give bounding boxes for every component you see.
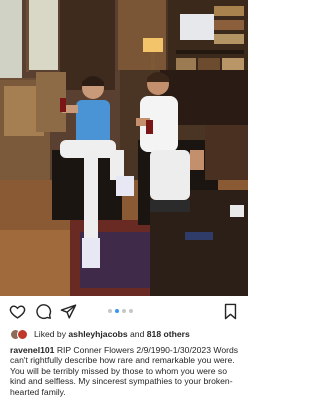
post-action-bar — [0, 300, 248, 324]
likes-others-count[interactable]: 818 others — [147, 329, 190, 339]
carousel-dot — [122, 309, 126, 313]
send-icon[interactable] — [60, 303, 77, 320]
liker-avatars — [10, 329, 32, 340]
caption-username[interactable]: ravenel101 — [10, 345, 54, 355]
likes-prefix: Liked by — [34, 329, 69, 339]
bookmark-icon[interactable] — [222, 303, 239, 320]
post-caption: ravenel101 RIP Conner Flowers 2/9/1990-1… — [10, 345, 242, 397]
avatar — [17, 329, 28, 340]
likes-text: Liked by ashleyhjacobs and 818 others — [34, 327, 190, 341]
carousel-dot-active — [115, 309, 119, 313]
liker-username[interactable]: ashleyhjacobs — [68, 329, 127, 339]
comment-icon[interactable] — [35, 303, 52, 320]
carousel-dot — [108, 309, 112, 313]
heart-icon[interactable] — [9, 303, 26, 320]
post-photo[interactable] — [0, 0, 248, 296]
likes-middle: and — [127, 329, 147, 339]
photo-scene — [0, 0, 248, 296]
carousel-dot — [129, 309, 133, 313]
